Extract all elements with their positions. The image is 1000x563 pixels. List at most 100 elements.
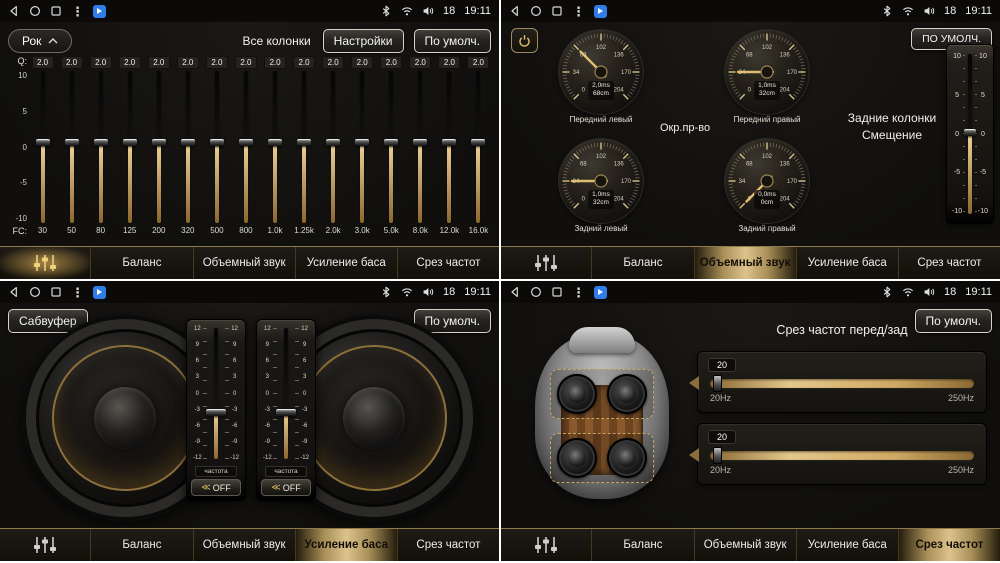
gauge-value: 0,0ms0cm bbox=[754, 190, 780, 209]
band-slider[interactable] bbox=[209, 71, 225, 223]
menu-icon[interactable]: ⋮ bbox=[71, 5, 84, 18]
offset-slider-handle[interactable] bbox=[964, 129, 975, 136]
recents-icon[interactable] bbox=[551, 286, 563, 298]
band-slider-handle[interactable] bbox=[36, 139, 50, 146]
tab-freq-cut[interactable]: Срез частот bbox=[898, 247, 1000, 279]
band-slider-handle[interactable] bbox=[65, 139, 79, 146]
power-button[interactable] bbox=[511, 28, 538, 53]
band-slider-handle[interactable] bbox=[268, 139, 282, 146]
recents-icon[interactable] bbox=[551, 5, 563, 17]
home-icon[interactable] bbox=[530, 5, 542, 17]
band-slider-handle[interactable] bbox=[471, 139, 485, 146]
tab-surround[interactable]: Объемный звук bbox=[193, 247, 295, 279]
front-cutoff-slider-group: 20 20Hz 250Hz bbox=[697, 351, 987, 413]
notification-app-icon[interactable] bbox=[594, 286, 607, 299]
tab-freq-cut[interactable]: Срез частот bbox=[397, 247, 499, 279]
tab-surround[interactable]: Объемный звук bbox=[193, 529, 295, 561]
back-icon[interactable] bbox=[8, 5, 20, 17]
band-slider-handle[interactable] bbox=[326, 139, 340, 146]
tab-equalizer[interactable] bbox=[501, 529, 591, 561]
svg-text:0: 0 bbox=[748, 88, 752, 94]
band-slider[interactable] bbox=[267, 71, 283, 223]
freqcut-default-button[interactable]: По умолч. bbox=[915, 309, 992, 333]
band-slider-handle[interactable] bbox=[239, 139, 253, 146]
tab-equalizer[interactable] bbox=[501, 247, 591, 279]
band-slider[interactable] bbox=[151, 71, 167, 223]
tab-bass-boost[interactable]: Усиление баса bbox=[796, 247, 898, 279]
band-slider[interactable] bbox=[470, 71, 486, 223]
band-slider-handle[interactable] bbox=[94, 139, 108, 146]
subwoofer-off-button[interactable]: ≪ OFF bbox=[191, 479, 240, 496]
svg-text:34: 34 bbox=[739, 179, 746, 185]
tab-bass-boost[interactable]: Усиление баса bbox=[295, 529, 397, 561]
band-slider[interactable] bbox=[325, 71, 341, 223]
tab-bass-boost[interactable]: Усиление баса bbox=[295, 247, 397, 279]
cutoff-slider[interactable] bbox=[710, 379, 974, 388]
band-slider[interactable] bbox=[354, 71, 370, 223]
band-slider[interactable] bbox=[180, 71, 196, 223]
tab-balance[interactable]: Баланс bbox=[90, 529, 192, 561]
band-slider[interactable] bbox=[441, 71, 457, 223]
eq-band-125: 2.0125 bbox=[117, 56, 142, 238]
band-slider[interactable] bbox=[412, 71, 428, 223]
notification-app-icon[interactable] bbox=[594, 5, 607, 18]
cutoff-slider-handle[interactable] bbox=[713, 447, 722, 464]
rear-speaker-pair[interactable] bbox=[550, 433, 654, 483]
tab-bass-boost[interactable]: Усиление баса bbox=[796, 529, 898, 561]
recents-icon[interactable] bbox=[50, 5, 62, 17]
bass-slider-panel-left[interactable]: 129630-3-6-9-12 129630-3-6-9-12 частота … bbox=[186, 319, 246, 501]
eq-default-button[interactable]: По умолч. bbox=[414, 29, 491, 53]
tab-equalizer[interactable] bbox=[0, 247, 90, 279]
tab-surround[interactable]: Объемный звук bbox=[694, 247, 796, 279]
home-icon[interactable] bbox=[530, 286, 542, 298]
band-slider[interactable] bbox=[64, 71, 80, 223]
band-slider-handle[interactable] bbox=[152, 139, 166, 146]
band-slider-handle[interactable] bbox=[442, 139, 456, 146]
gauge-front-right[interactable]: 03468102136170204 1,0ms32cm Передний пра… bbox=[725, 30, 809, 124]
band-slider-handle[interactable] bbox=[181, 139, 195, 146]
menu-icon[interactable]: ⋮ bbox=[71, 286, 84, 299]
band-slider[interactable] bbox=[93, 71, 109, 223]
notification-app-icon[interactable] bbox=[93, 5, 106, 18]
settings-button[interactable]: Настройки bbox=[323, 29, 404, 53]
band-slider-handle[interactable] bbox=[297, 139, 311, 146]
recents-icon[interactable] bbox=[50, 286, 62, 298]
band-slider[interactable] bbox=[383, 71, 399, 223]
back-icon[interactable] bbox=[509, 286, 521, 298]
tab-equalizer[interactable] bbox=[0, 529, 90, 561]
band-slider-handle[interactable] bbox=[413, 139, 427, 146]
tab-balance[interactable]: Баланс bbox=[591, 529, 693, 561]
tab-freq-cut[interactable]: Срез частот bbox=[397, 529, 499, 561]
bass-slider-handle[interactable] bbox=[276, 409, 296, 416]
cutoff-slider[interactable] bbox=[710, 451, 974, 460]
cutoff-slider-handle[interactable] bbox=[713, 375, 722, 392]
band-slider[interactable] bbox=[35, 71, 51, 223]
tab-freq-cut[interactable]: Срез частот bbox=[898, 529, 1000, 561]
band-slider-handle[interactable] bbox=[384, 139, 398, 146]
band-slider-handle[interactable] bbox=[210, 139, 224, 146]
band-slider-handle[interactable] bbox=[355, 139, 369, 146]
back-icon[interactable] bbox=[509, 5, 521, 17]
tab-balance[interactable]: Баланс bbox=[90, 247, 192, 279]
gauge-front-left[interactable]: 03468102136170204 2,0ms68cm Передний лев… bbox=[559, 30, 643, 124]
gauge-rear-right[interactable]: 03468102136170204 0,0ms0cm Задний правый bbox=[725, 139, 809, 233]
band-slider[interactable] bbox=[238, 71, 254, 223]
gauge-rear-left[interactable]: 03468102136170204 1,0ms32cm Задний левый bbox=[559, 139, 643, 233]
notification-app-icon[interactable] bbox=[93, 286, 106, 299]
band-slider-handle[interactable] bbox=[123, 139, 137, 146]
band-slider[interactable] bbox=[122, 71, 138, 223]
rear-offset-slider[interactable]: 1050-5-10 1050-5-10 bbox=[946, 44, 994, 224]
preset-dropdown[interactable]: Рок bbox=[8, 29, 72, 53]
menu-icon[interactable]: ⋮ bbox=[572, 5, 585, 18]
bass-slider-panel-right[interactable]: 129630-3-6-9-12 129630-3-6-9-12 частота … bbox=[256, 319, 316, 501]
tab-balance[interactable]: Баланс bbox=[591, 247, 693, 279]
tab-surround[interactable]: Объемный звук bbox=[694, 529, 796, 561]
front-speaker-pair[interactable] bbox=[550, 369, 654, 419]
menu-icon[interactable]: ⋮ bbox=[572, 286, 585, 299]
subwoofer-off-button[interactable]: ≪ OFF bbox=[261, 479, 310, 496]
back-icon[interactable] bbox=[8, 286, 20, 298]
home-icon[interactable] bbox=[29, 5, 41, 17]
bass-slider-handle[interactable] bbox=[206, 409, 226, 416]
home-icon[interactable] bbox=[29, 286, 41, 298]
band-slider[interactable] bbox=[296, 71, 312, 223]
